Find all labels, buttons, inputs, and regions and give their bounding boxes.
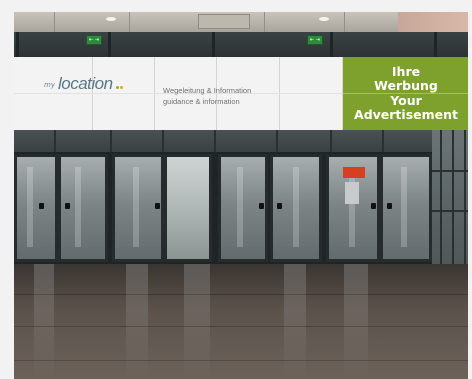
door-4 <box>218 154 268 262</box>
door-3 <box>112 154 164 262</box>
exit-sign-right: ⇤ ⇥ <box>307 35 323 45</box>
red-sign <box>343 167 365 178</box>
lower-band <box>14 130 468 152</box>
exit-sign-left: ⇤ ⇥ <box>86 35 102 45</box>
door-1 <box>14 154 58 262</box>
display-banner: my location Wegeleitung & Information gu… <box>14 57 468 130</box>
entrance-photo: ⇤ ⇥ ⇤ ⇥ my location Wegeleitung & Inform… <box>14 12 468 379</box>
door-5 <box>270 154 322 262</box>
right-window-wall <box>432 130 468 266</box>
ad-line-werbung: Werbung <box>374 78 438 93</box>
door-2 <box>58 154 108 262</box>
banner-info-text: Wegeleitung & Information guidance & inf… <box>163 85 251 107</box>
ad-line-your: Your <box>390 92 422 108</box>
door-7 <box>380 154 432 262</box>
poster <box>345 182 359 204</box>
advertisement-box: Ihre Werbung Your Advertisement <box>342 57 468 130</box>
glass-doors <box>14 152 468 264</box>
door-open <box>164 154 212 262</box>
info-line-en: guidance & information <box>163 97 240 106</box>
logo-prefix: my <box>44 81 55 89</box>
upper-band: ⇤ ⇥ ⇤ ⇥ <box>14 32 468 59</box>
ad-line-ihre: Ihre <box>391 63 421 79</box>
info-line-de: Wegeleitung & Information <box>163 86 252 95</box>
logo-dots-icon <box>116 86 123 89</box>
floor <box>14 264 468 379</box>
ad-line-advertisement: Advertisement <box>354 107 458 122</box>
ceiling <box>14 12 468 32</box>
logo-main: location <box>58 74 113 93</box>
